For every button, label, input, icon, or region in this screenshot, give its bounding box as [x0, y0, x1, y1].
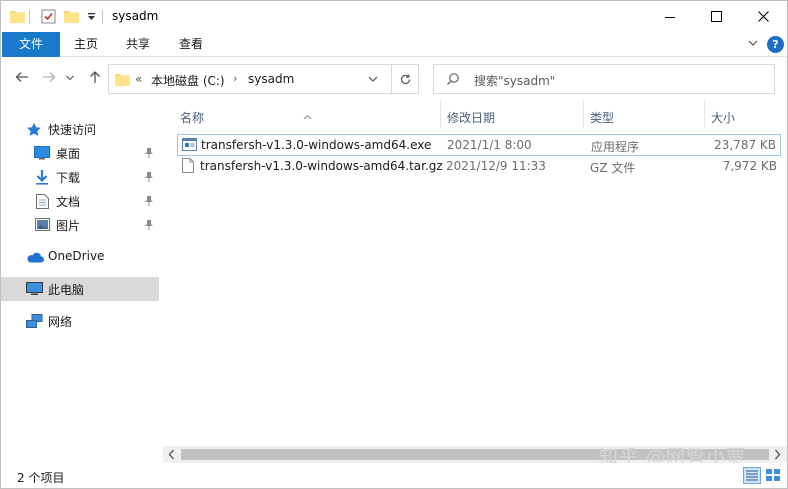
file-type: GZ 文件	[590, 161, 636, 175]
picture-icon	[35, 218, 50, 234]
title-separator	[29, 10, 30, 24]
close-button[interactable]	[740, 1, 786, 32]
column-header-label: 大小	[711, 111, 736, 125]
refresh-button[interactable]	[392, 64, 419, 94]
sidebar-item-label: 文档	[56, 195, 81, 209]
file-size: 7,972 KB	[722, 159, 777, 173]
table-row[interactable]: transfersh-v1.3.0-windows-amd64.exe 2021…	[177, 134, 781, 156]
new-folder-icon[interactable]	[64, 9, 79, 26]
sidebar-item-label: 图片	[56, 219, 81, 233]
sidebar-item-quick-access[interactable]: 快速访问	[1, 117, 159, 141]
tab-file[interactable]: 文件	[2, 32, 60, 57]
tab-share[interactable]: 共享	[119, 32, 157, 57]
sidebar-item-label: 此电脑	[48, 283, 85, 297]
document-icon	[36, 194, 49, 212]
search-icon	[446, 72, 460, 89]
details-view-icon[interactable]	[743, 467, 761, 484]
expand-ribbon-icon[interactable]	[747, 37, 759, 52]
title-separator	[102, 10, 103, 24]
file-name: transfersh-v1.3.0-windows-amd64.tar.gz	[200, 159, 443, 173]
network-icon	[26, 314, 43, 332]
column-header-label: 修改日期	[447, 111, 496, 125]
breadcrumb-separator[interactable]: ›	[233, 72, 237, 85]
breadcrumb-local-disk[interactable]: 本地磁盘 (C:)	[151, 72, 225, 89]
window-title: sysadm	[112, 9, 159, 23]
navigation-bar: « 本地磁盘 (C:) › sysadm 搜索"sysadm"	[1, 57, 787, 99]
pin-icon[interactable]	[144, 171, 154, 185]
file-type: 应用程序	[591, 140, 640, 154]
up-arrow-icon[interactable]	[87, 69, 103, 88]
sidebar-item-label: 桌面	[56, 147, 81, 161]
sidebar-item-network[interactable]: 网络	[1, 309, 159, 333]
file-name: transfersh-v1.3.0-windows-amd64.exe	[201, 138, 432, 152]
refresh-icon	[400, 74, 410, 84]
column-header-name[interactable]: 名称	[171, 101, 441, 131]
file-date: 2021/1/1 8:00	[447, 138, 532, 152]
properties-icon[interactable]	[41, 9, 56, 27]
large-icons-view-icon[interactable]	[764, 467, 782, 484]
computer-icon	[26, 282, 43, 299]
recent-locations-icon[interactable]	[65, 72, 75, 86]
search-placeholder: 搜索"sysadm"	[474, 74, 556, 88]
back-arrow-icon[interactable]	[14, 69, 30, 88]
scroll-right-icon[interactable]	[774, 449, 781, 463]
breadcrumb-sysadm[interactable]: sysadm	[248, 72, 294, 86]
sidebar-item-label: OneDrive	[48, 249, 105, 263]
sidebar-item-this-pc[interactable]: 此电脑	[1, 277, 159, 301]
address-bar[interactable]: « 本地磁盘 (C:) › sysadm	[108, 64, 392, 94]
file-date: 2021/12/9 11:33	[446, 159, 546, 173]
navigation-pane: 快速访问 桌面 下载 文档 图片 OneDrive 此电脑 网络	[1, 99, 161, 463]
folder-icon	[115, 72, 130, 89]
table-row[interactable]: transfersh-v1.3.0-windows-amd64.tar.gz 2…	[177, 156, 781, 178]
sidebar-item-downloads[interactable]: 下载	[1, 165, 159, 189]
scroll-left-icon[interactable]	[168, 449, 175, 463]
column-header-label: 名称	[180, 111, 205, 125]
cloud-icon	[26, 251, 44, 266]
sidebar-item-label: 网络	[48, 315, 73, 329]
title-bar: sysadm	[1, 1, 787, 32]
customize-toolbar-icon[interactable]	[87, 11, 96, 25]
sidebar-item-label: 下载	[56, 171, 81, 185]
tab-view[interactable]: 查看	[172, 32, 210, 57]
ribbon-tabs: 文件 主页 共享 查看 ?	[1, 32, 787, 57]
column-header-label: 类型	[590, 111, 615, 125]
sidebar-item-desktop[interactable]: 桌面	[1, 141, 159, 165]
breadcrumb-overflow[interactable]: «	[135, 72, 142, 86]
help-icon[interactable]: ?	[767, 36, 784, 53]
column-header-date[interactable]: 修改日期	[441, 101, 583, 131]
sidebar-item-label: 快速访问	[48, 123, 97, 137]
pin-icon[interactable]	[144, 147, 154, 161]
sort-ascending-icon	[303, 109, 312, 123]
address-dropdown-icon[interactable]	[367, 73, 379, 88]
file-icon	[182, 158, 194, 176]
column-header-type[interactable]: 类型	[584, 101, 704, 131]
column-header-size[interactable]: 大小	[705, 101, 781, 131]
desktop-icon	[34, 146, 50, 163]
star-icon	[26, 122, 42, 140]
exe-icon	[182, 138, 197, 154]
item-count: 2 个项目	[17, 471, 65, 485]
pin-icon[interactable]	[144, 195, 154, 209]
search-box[interactable]: 搜索"sysadm"	[433, 64, 775, 94]
status-bar: 2 个项目	[1, 463, 787, 488]
pin-icon[interactable]	[144, 219, 154, 233]
sidebar-item-onedrive[interactable]: OneDrive	[1, 245, 159, 269]
tab-home[interactable]: 主页	[67, 32, 105, 57]
minimize-button[interactable]	[647, 1, 693, 32]
maximize-button[interactable]	[693, 1, 739, 32]
forward-arrow-icon[interactable]	[41, 69, 57, 88]
sidebar-item-pictures[interactable]: 图片	[1, 213, 159, 237]
download-icon	[35, 170, 49, 188]
folder-icon	[10, 9, 25, 26]
explorer-window: sysadm 文件 主页 共享 查看 ? « 本地磁盘 (C:) › sysad…	[0, 0, 788, 489]
file-list: 名称 修改日期 类型 大小 transfersh-v1.3.0-windows-…	[171, 99, 787, 463]
sidebar-item-documents[interactable]: 文档	[1, 189, 159, 213]
file-size: 23,787 KB	[714, 138, 776, 152]
